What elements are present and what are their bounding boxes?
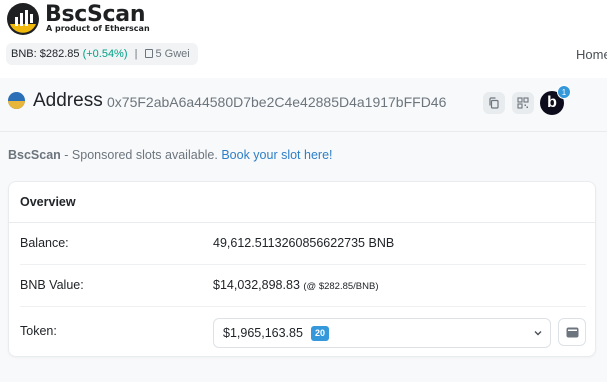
token-count-badge: 20 [311,326,330,341]
bnb-price[interactable]: BNB: $282.85 [11,48,80,60]
header-divider [0,131,607,132]
bnb-value-label: BNB Value: [20,278,84,292]
copy-icon [489,97,499,109]
token-label: Token: [20,324,57,338]
bnb-value-amount: $14,032,898.83 [213,278,300,292]
qr-code-icon [517,97,529,109]
row-divider [20,306,586,307]
address-avatar-icon [8,92,25,109]
price-bar: BNB: $282.85 (+0.54%) | 5 Gwei [6,43,198,65]
notification-count-badge: 1 [557,85,571,99]
bnb-value-rate: (@ $282.85/BNB) [303,281,379,292]
copy-address-button[interactable] [483,92,505,114]
sponsor-text: - Sponsored slots available. [60,148,222,162]
sponsored-banner: BscScan - Sponsored slots available. Boo… [8,148,333,162]
qr-code-button[interactable] [512,92,534,114]
address-header: Address 0x75F2abA6a44580D7be2C4e42885D4a… [0,84,607,126]
price-separator: | [134,48,138,60]
balance-value: 49,612.5113260856622735 BNB [213,236,395,250]
balance-label: Balance: [20,236,69,250]
bnb-price-change: (+0.54%) [82,48,128,60]
token-wallet-button[interactable] [558,318,586,346]
chevron-down-icon [534,331,542,336]
token-holdings-dropdown[interactable]: $1,965,163.85 20 [213,318,551,348]
brand-subtitle: A product of Etherscan [46,24,150,33]
row-divider [20,264,586,265]
overview-title: Overview [20,195,76,209]
bnb-value: $14,032,898.83 (@ $282.85/BNB) [213,278,379,292]
page-title: Address [33,90,103,111]
overview-card: Overview Balance: 49,612.511326085662273… [8,181,596,357]
gas-price[interactable]: 5 Gwei [156,48,190,60]
sponsor-brand: BscScan [8,148,61,162]
address-hash: 0x75F2abA6a44580D7be2C4e42885D4a1917bFFD… [107,94,447,110]
book-slot-link[interactable]: Book your slot here! [221,148,332,162]
wallet-icon [566,327,579,338]
overview-header: Overview [9,182,595,223]
bscscan-logo-icon[interactable] [6,2,40,36]
nav-home[interactable]: Home [576,47,607,62]
token-holdings-value: $1,965,163.85 [223,326,303,340]
top-header: BscScan A product of Etherscan BNB: $282… [0,0,607,78]
gas-pump-icon [144,49,153,58]
